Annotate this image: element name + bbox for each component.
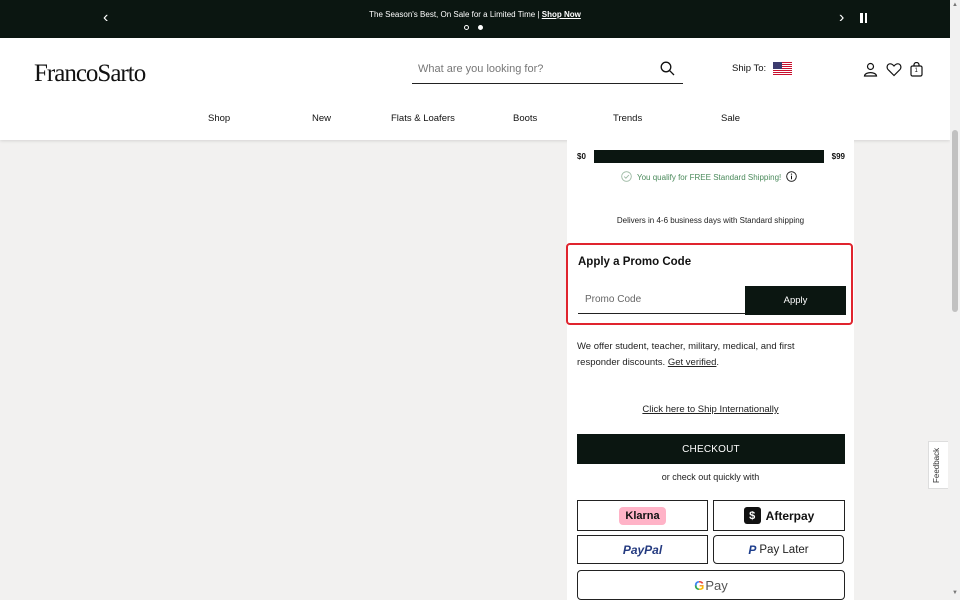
- afterpay-button[interactable]: $ Afterpay: [713, 500, 845, 531]
- announcement-text: The Season's Best, On Sale for a Limited…: [0, 10, 950, 19]
- promo-code-title: Apply a Promo Code: [578, 256, 692, 268]
- nav-trends[interactable]: Trends: [613, 113, 642, 124]
- paypal-p-icon: P: [748, 542, 757, 557]
- google-pay-button[interactable]: G Pay: [577, 570, 845, 600]
- paypal-pay-later-button[interactable]: P Pay Later: [713, 535, 844, 564]
- delivery-estimate: Delivers in 4-6 business days with Stand…: [616, 216, 805, 225]
- check-circle-icon: [621, 171, 632, 184]
- carousel-dot[interactable]: [464, 25, 469, 30]
- feedback-tab[interactable]: Feedback: [928, 441, 948, 489]
- google-g-icon: G: [694, 577, 705, 593]
- header-icons: 1: [863, 61, 923, 82]
- promo-code-section: Apply a Promo Code Apply: [566, 243, 853, 325]
- afterpay-icon: $: [743, 507, 761, 524]
- page-scrollbar[interactable]: ▲ ▼: [950, 0, 960, 600]
- afterpay-logo: $ Afterpay: [743, 507, 815, 524]
- ship-to[interactable]: Ship To:: [732, 62, 793, 75]
- progress-min: $0: [577, 152, 586, 161]
- google-pay-label: Pay: [705, 577, 728, 593]
- search-bar: [412, 58, 683, 84]
- pay-later-logo: P Pay Later: [748, 543, 808, 557]
- nav-shop[interactable]: Shop: [208, 113, 230, 124]
- discount-suffix: .: [716, 357, 720, 368]
- discount-info: We offer student, teacher, military, med…: [577, 339, 827, 371]
- promo-code-input[interactable]: [578, 286, 746, 314]
- heart-icon[interactable]: [886, 62, 902, 82]
- nav-sale[interactable]: Sale: [721, 113, 740, 124]
- pause-icon[interactable]: [860, 13, 867, 23]
- afterpay-label: Afterpay: [765, 508, 815, 523]
- scroll-up-icon[interactable]: ▲: [952, 2, 958, 8]
- logo[interactable]: FrancoSarto: [34, 60, 146, 88]
- paypal-logo: PayPal: [622, 542, 663, 557]
- bag-icon[interactable]: 1: [910, 61, 923, 82]
- carousel-dot-active[interactable]: [478, 25, 483, 30]
- pay-later-label: Pay Later: [759, 543, 809, 556]
- nav-boots[interactable]: Boots: [513, 113, 537, 124]
- progress-max: $99: [831, 152, 845, 161]
- klarna-logo: Klarna: [619, 506, 666, 525]
- chevron-right-icon[interactable]: ›: [839, 9, 844, 27]
- progress-bar: [593, 150, 824, 163]
- apply-promo-button[interactable]: Apply: [745, 286, 846, 315]
- intl-shipping: Click here to Ship Internationally: [567, 404, 854, 415]
- scrollbar-thumb[interactable]: [952, 130, 958, 312]
- get-verified-link[interactable]: Get verified: [668, 357, 717, 368]
- qualify-text: You qualify for FREE Standard Shipping!: [637, 173, 782, 182]
- scroll-down-icon[interactable]: ▼: [952, 590, 958, 596]
- shop-now-link[interactable]: Shop Now: [542, 10, 581, 19]
- search-input[interactable]: [412, 58, 654, 80]
- search-icon[interactable]: [660, 61, 675, 81]
- info-icon[interactable]: [786, 171, 798, 184]
- nav-new[interactable]: New: [312, 113, 331, 124]
- ship-to-label: Ship To:: [732, 63, 767, 74]
- checkout-button[interactable]: CHECKOUT: [577, 434, 845, 464]
- free-shipping-message: You qualify for FREE Standard Shipping!: [621, 171, 798, 184]
- feedback-label: Feedback: [932, 447, 941, 483]
- free-shipping-progress: $0 $99: [577, 150, 845, 163]
- bag-count: 1: [914, 67, 918, 74]
- nav-flats-loafers[interactable]: Flats & Loafers: [391, 113, 455, 124]
- carousel-dots: [464, 25, 483, 30]
- express-checkout-label: or check out quickly with: [661, 472, 760, 482]
- announcement-bar: ‹ The Season's Best, On Sale for a Limit…: [0, 0, 950, 38]
- paypal-button[interactable]: PayPal: [577, 535, 708, 564]
- us-flag-icon[interactable]: [773, 62, 793, 75]
- site-header: FrancoSarto Ship To: 1 Shop New Flats & …: [0, 38, 950, 140]
- account-icon[interactable]: [863, 62, 878, 82]
- ship-internationally-link[interactable]: Click here to Ship Internationally: [642, 404, 778, 415]
- announcement-message: The Season's Best, On Sale for a Limited…: [369, 10, 540, 19]
- google-pay-logo: G Pay: [694, 578, 728, 593]
- klarna-button[interactable]: Klarna: [577, 500, 708, 531]
